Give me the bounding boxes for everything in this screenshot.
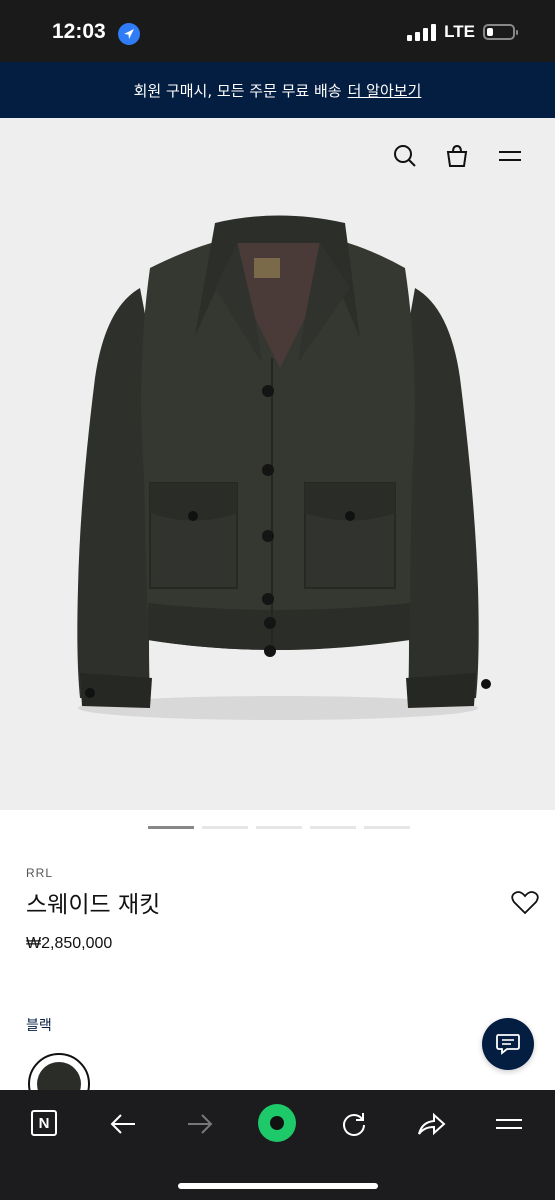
signal-icon	[407, 23, 437, 41]
status-bar: 12:03 LTE	[0, 0, 555, 62]
product-title: 스웨이드 재킷	[26, 892, 161, 918]
chat-bubble-icon	[496, 1034, 520, 1055]
shopping-bag-icon[interactable]	[444, 143, 470, 169]
learn-more-link[interactable]: 더 알아보기	[348, 80, 422, 101]
carousel-dot[interactable]	[202, 826, 248, 829]
product-price: ₩2,850,000	[26, 935, 113, 952]
product-image[interactable]	[0, 118, 555, 810]
refresh-icon[interactable]	[337, 1107, 371, 1141]
heart-icon[interactable]	[511, 890, 539, 916]
share-icon[interactable]	[414, 1107, 448, 1141]
forward-arrow-icon[interactable]	[183, 1107, 217, 1141]
menu-icon[interactable]	[497, 143, 523, 169]
carousel-dot[interactable]	[364, 826, 410, 829]
image-carousel-indicator[interactable]	[148, 826, 410, 829]
location-arrow-icon	[118, 23, 140, 45]
naver-n-icon[interactable]: N	[31, 1110, 57, 1136]
back-arrow-icon[interactable]	[106, 1107, 140, 1141]
product-brand[interactable]: RRL	[26, 866, 53, 880]
carousel-dot[interactable]	[256, 826, 302, 829]
network-label: LTE	[444, 22, 475, 41]
browser-menu-icon[interactable]	[492, 1107, 526, 1141]
home-icon[interactable]	[258, 1104, 296, 1142]
search-icon[interactable]	[392, 143, 418, 169]
carousel-dot[interactable]	[148, 826, 194, 829]
chat-button[interactable]	[482, 1018, 534, 1070]
carousel-dot[interactable]	[310, 826, 356, 829]
status-time: 12:03	[52, 20, 106, 43]
promo-text: 회원 구매시, 모든 주문 무료 배송	[133, 81, 342, 100]
battery-icon	[483, 24, 518, 40]
home-indicator[interactable]	[178, 1183, 378, 1189]
jacket-image	[77, 215, 491, 720]
color-label: 블랙	[26, 1018, 52, 1034]
promo-banner: 회원 구매시, 모든 주문 무료 배송 더 알아보기	[0, 62, 555, 118]
